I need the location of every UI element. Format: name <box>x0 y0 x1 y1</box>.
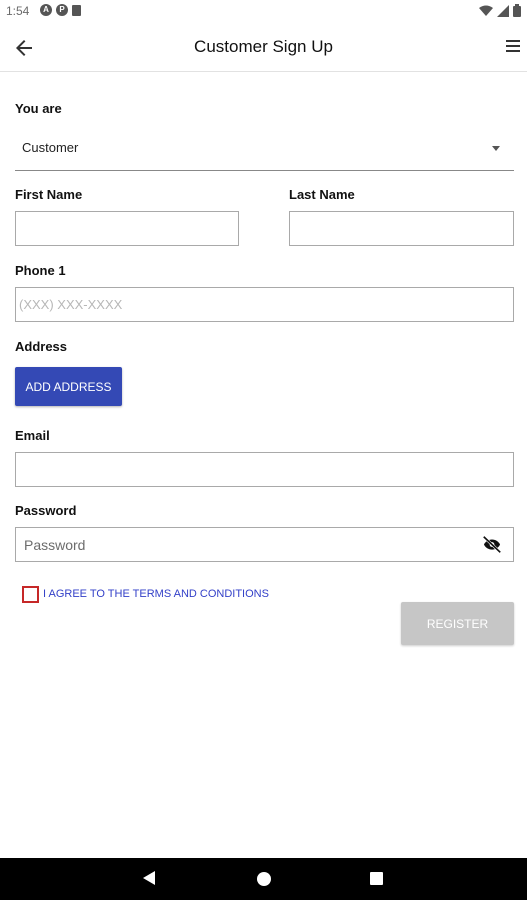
dropdown-arrow-icon <box>492 146 500 151</box>
phone-label: Phone 1 <box>15 263 66 278</box>
sd-card-icon <box>72 4 81 16</box>
status-notification-icons: A P <box>40 4 81 16</box>
app-bar: Customer Sign Up <box>0 24 527 72</box>
nav-home-icon[interactable] <box>257 872 271 886</box>
terms-row: I AGREE TO THE TERMS AND CONDITIONS <box>22 585 269 603</box>
page-title: Customer Sign Up <box>194 37 333 56</box>
you-are-label: You are <box>15 101 62 116</box>
nav-recents-icon[interactable] <box>370 872 383 885</box>
eye-off-icon[interactable] <box>481 534 503 556</box>
p-badge-icon: P <box>56 4 68 16</box>
email-label: Email <box>15 428 50 443</box>
address-label: Address <box>15 339 68 354</box>
terms-link[interactable]: I AGREE TO THE TERMS AND CONDITIONS <box>43 588 269 600</box>
user-type-value: Customer <box>22 140 79 155</box>
terms-checkbox[interactable] <box>22 585 39 603</box>
system-nav-bar <box>0 858 527 900</box>
user-type-dropdown[interactable]: Customer <box>15 130 514 171</box>
nav-back-icon[interactable] <box>143 871 155 885</box>
a-badge-icon: A <box>40 4 52 16</box>
wifi-icon <box>479 5 493 16</box>
email-input[interactable] <box>15 452 514 487</box>
phone-input[interactable] <box>15 287 514 322</box>
password-label: Password <box>15 503 77 518</box>
register-button[interactable]: REGISTER <box>401 602 514 645</box>
status-system-icons <box>479 4 521 17</box>
hamburger-menu-icon[interactable] <box>505 38 521 54</box>
last-name-label: Last Name <box>289 187 355 202</box>
signal-icon <box>497 4 509 17</box>
status-time: 1:54 <box>6 4 30 18</box>
battery-icon <box>513 4 521 17</box>
password-input[interactable] <box>16 528 476 561</box>
first-name-label: First Name <box>15 187 83 202</box>
status-bar: 1:54 A P <box>0 0 527 24</box>
first-name-input[interactable] <box>15 211 239 246</box>
add-address-button[interactable]: ADD ADDRESS <box>15 367 122 406</box>
last-name-input[interactable] <box>289 211 514 246</box>
password-field <box>15 527 514 562</box>
